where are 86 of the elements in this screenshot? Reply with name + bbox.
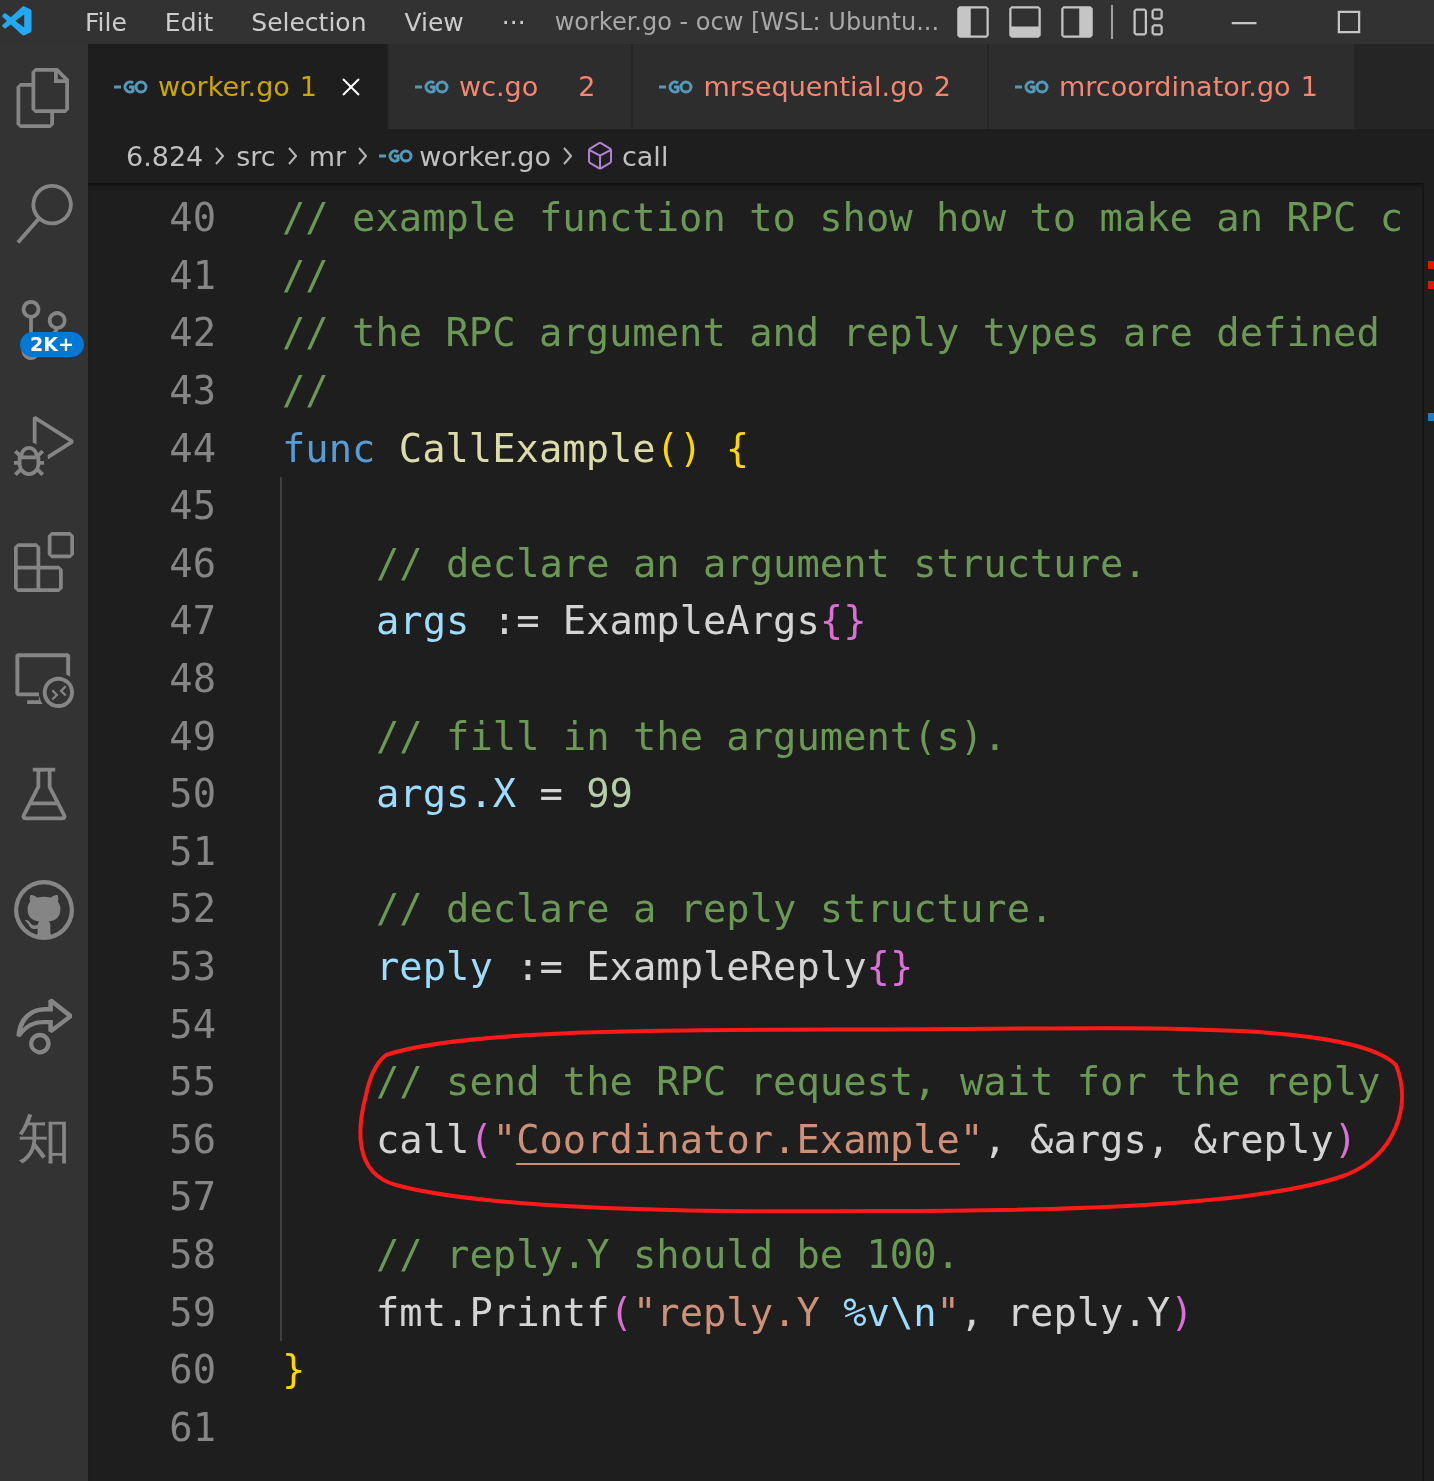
line-number: 56 — [168, 1116, 216, 1162]
code-token: CallExample — [398, 425, 656, 471]
line-number: 50 — [168, 771, 216, 817]
code-token: args — [376, 598, 470, 644]
code-token: "reply.Y — [632, 1289, 821, 1335]
code-comment: // example function to show how to make an RPC c — [282, 195, 1404, 241]
line-number: 43 — [168, 368, 216, 414]
line-number: 59 — [168, 1289, 216, 1335]
code-token: " — [959, 1116, 984, 1162]
more-menu[interactable]: ··· — [482, 7, 545, 37]
layout-sidebar-icon[interactable] — [955, 4, 992, 40]
code-token: () { — [655, 425, 750, 471]
line-number: 42 — [168, 310, 216, 356]
count-badge: 2K+ — [20, 332, 84, 357]
go-file-icon — [659, 78, 694, 95]
code-comment: // — [282, 368, 329, 414]
code-token: {} — [819, 598, 867, 644]
line-number: 51 — [168, 828, 216, 874]
breadcrumb-item[interactable]: mr — [308, 140, 347, 172]
breadcrumb-item[interactable]: worker.go — [419, 140, 551, 172]
code-token: , &args, &reply — [983, 1116, 1334, 1162]
code-token: {} — [866, 944, 914, 989]
code-token: ) — [1170, 1289, 1194, 1335]
go-file-icon — [415, 78, 450, 95]
code-token: := ExampleReply — [515, 944, 867, 989]
line-number: 57 — [168, 1174, 216, 1220]
chevron-icon — [563, 147, 572, 165]
editor-tab[interactable]: wc.go 2 — [389, 44, 632, 129]
code-comment: // declare a reply structure. — [376, 886, 1054, 932]
code-token: call — [376, 1116, 470, 1162]
code-token: , reply.Y — [959, 1289, 1171, 1335]
menu-item[interactable]: File — [66, 7, 146, 37]
line-number: 52 — [168, 886, 216, 932]
code-token: ( — [609, 1289, 633, 1335]
code-token: ) — [1333, 1116, 1358, 1162]
line-number: 46 — [168, 540, 216, 586]
line-number: 54 — [168, 1001, 216, 1047]
breadcrumb-item[interactable]: src — [236, 140, 276, 172]
line-number: 47 — [168, 598, 216, 644]
line-number: 40 — [168, 195, 216, 241]
code-comment: // declare an argument structure. — [376, 540, 1147, 586]
line-number: 48 — [168, 656, 216, 702]
editor-tab[interactable]: worker.go 1 — [88, 44, 388, 129]
code-token: := ExampleArgs — [491, 598, 820, 644]
line-number: 45 — [168, 483, 216, 529]
line-number: 55 — [168, 1059, 216, 1105]
code-token: } — [282, 1347, 306, 1393]
layout-sidebar-icon[interactable] — [1059, 4, 1096, 40]
chevron-icon — [358, 147, 368, 165]
code-comment: // fill in the argument(s). — [376, 713, 1007, 759]
code-token: = — [538, 771, 564, 817]
go-file-icon — [1015, 78, 1050, 95]
layout-panel-icon[interactable] — [1007, 4, 1044, 40]
code-comment: // — [282, 252, 329, 298]
editor-tab[interactable]: mrcoordinator.go 1 — [989, 44, 1354, 129]
code-token: Coordinator.Example — [516, 1116, 960, 1162]
menu-item[interactable]: Selection — [232, 7, 386, 37]
chevron-icon — [287, 147, 297, 165]
code-token: ( — [469, 1116, 493, 1162]
code-token: " — [936, 1289, 960, 1335]
code-comment: // the RPC argument and reply types are defined — [282, 310, 1380, 356]
line-number: 58 — [168, 1232, 216, 1277]
code-token: 99 — [586, 771, 633, 817]
line-number: 61 — [168, 1404, 216, 1450]
breadcrumb-item[interactable]: call — [622, 140, 669, 172]
code-token: args.X — [376, 771, 517, 817]
breadcrumb-item[interactable]: 6.824 — [126, 140, 204, 172]
code-token: " — [492, 1116, 517, 1162]
code-comment: // reply.Y should be 100. — [376, 1232, 960, 1277]
line-number: 49 — [168, 713, 216, 759]
line-number: 53 — [168, 944, 216, 989]
menu-item[interactable]: View — [385, 7, 483, 37]
editor-tab[interactable]: mrsequential.go 2 — [633, 44, 988, 129]
window-title: worker.go - ocw [WSL: Ubuntu... — [554, 8, 940, 36]
line-number: 60 — [168, 1347, 216, 1393]
line-number: 41 — [168, 252, 216, 298]
go-file-icon — [379, 148, 414, 164]
go-file-icon — [114, 78, 148, 95]
code-token: fmt.Printf — [376, 1289, 610, 1335]
code-token: %v\n — [843, 1289, 937, 1335]
code-token: func — [282, 425, 377, 471]
menu-item[interactable]: Edit — [145, 7, 233, 37]
line-number: 44 — [168, 425, 216, 471]
code-comment: // send the RPC request, wait for the reply — [376, 1059, 1381, 1105]
code-token: reply — [376, 944, 493, 989]
chevron-icon — [215, 147, 225, 165]
